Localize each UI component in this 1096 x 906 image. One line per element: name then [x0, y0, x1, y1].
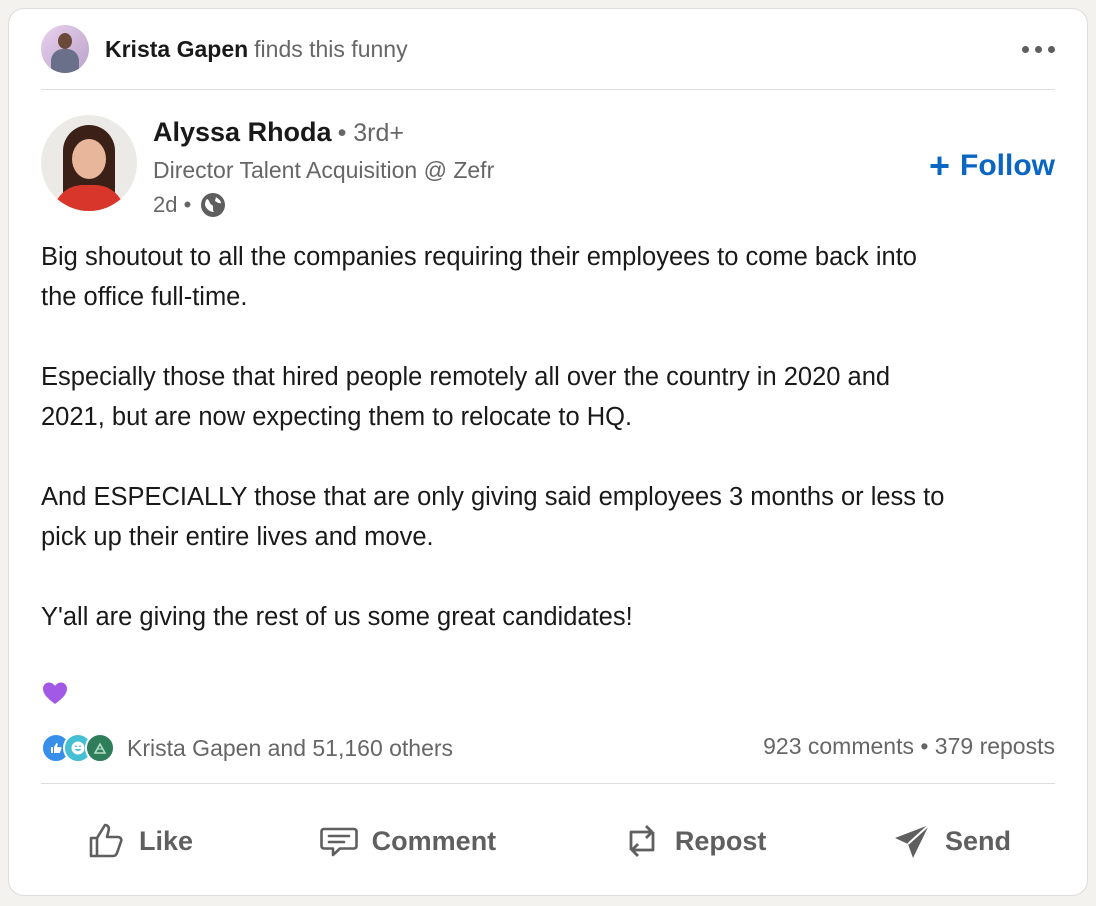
thumbs-up-icon [89, 823, 123, 858]
author-name[interactable]: Alyssa Rhoda [153, 117, 332, 147]
actor-avatar[interactable] [41, 25, 89, 73]
post-paragraph: Big shoutout to all the companies requir… [41, 237, 1071, 317]
actor-avatar-head [58, 33, 72, 49]
post-line: the office full-time. [41, 283, 248, 311]
follow-label: Follow [960, 149, 1055, 182]
activity-description: finds this funny [254, 35, 408, 62]
reactions-summary[interactable]: Krista Gapen and 51,160 others [41, 733, 453, 763]
author-info: Alyssa Rhoda • 3rd+ Director Talent Acqui… [153, 117, 494, 219]
comment-label: Comment [371, 825, 497, 856]
more-options-button[interactable] [1022, 45, 1055, 53]
thumbs-up-glyph-icon [51, 743, 62, 753]
hands-glyph-icon [93, 742, 107, 754]
globe-icon [201, 193, 226, 217]
author-avatar-face [72, 139, 106, 179]
connection-degree: • 3rd+ [337, 119, 404, 147]
social-activity-header: Krista Gapen finds this funny [41, 25, 1055, 73]
comments-reposts-count[interactable]: 923 comments • 379 reposts [763, 733, 1055, 760]
reactions-count-text[interactable]: Krista Gapen and 51,160 others [127, 735, 453, 762]
actions-divider [41, 783, 1055, 784]
laughing-face-glyph-icon [71, 741, 85, 755]
actor-name[interactable]: Krista Gapen [105, 36, 248, 62]
header-divider [41, 89, 1055, 90]
plus-icon: + [928, 145, 951, 186]
more-dot-icon [1035, 45, 1042, 53]
post-line: pick up their entire lives and move. [41, 523, 434, 551]
post-time: 2d • [153, 192, 192, 217]
more-dot-icon [1048, 45, 1055, 53]
post-line: Especially those that hired people remot… [41, 363, 891, 391]
post-line: Big shoutout to all the companies requir… [41, 243, 917, 271]
post-text: Big shoutout to all the companies requir… [41, 237, 1071, 677]
comment-button[interactable]: Comment [274, 812, 541, 870]
like-label: Like [139, 825, 194, 856]
author-headline: Director Talent Acquisition @ Zefr [153, 157, 495, 183]
like-button[interactable]: Like [41, 812, 237, 870]
post-meta: 2d • [153, 191, 494, 219]
send-button[interactable]: Send [847, 812, 1055, 870]
post-card: Krista Gapen finds this funny Alyssa Rhod… [8, 8, 1088, 896]
follow-button[interactable]: + Follow [928, 145, 1055, 186]
purple-heart-icon [43, 682, 67, 704]
post-paragraph: Especially those that hired people remot… [41, 357, 1071, 437]
post-line: And ESPECIALLY those that are only givin… [41, 483, 945, 511]
send-icon [894, 824, 930, 858]
repost-icon [629, 825, 655, 857]
post-paragraph: And ESPECIALLY those that are only givin… [41, 477, 1071, 557]
more-dot-icon [1022, 45, 1029, 53]
send-label: Send [944, 825, 1011, 856]
activity-text: Krista Gapen finds this funny [105, 36, 408, 63]
comment-icon [319, 827, 358, 857]
repost-button[interactable]: Repost [577, 812, 811, 870]
action-bar: Like Comment Repost Send [41, 809, 1055, 873]
post-paragraph: Y'all are giving the rest of us some gre… [41, 597, 1071, 637]
post-line: Y'all are giving the rest of us some gre… [41, 603, 633, 631]
actor-avatar-body [51, 49, 79, 73]
repost-label: Repost [674, 825, 767, 856]
support-icon [85, 733, 115, 763]
author-avatar[interactable] [41, 115, 137, 211]
post-line: 2021, but are now expecting them to relo… [41, 403, 633, 431]
